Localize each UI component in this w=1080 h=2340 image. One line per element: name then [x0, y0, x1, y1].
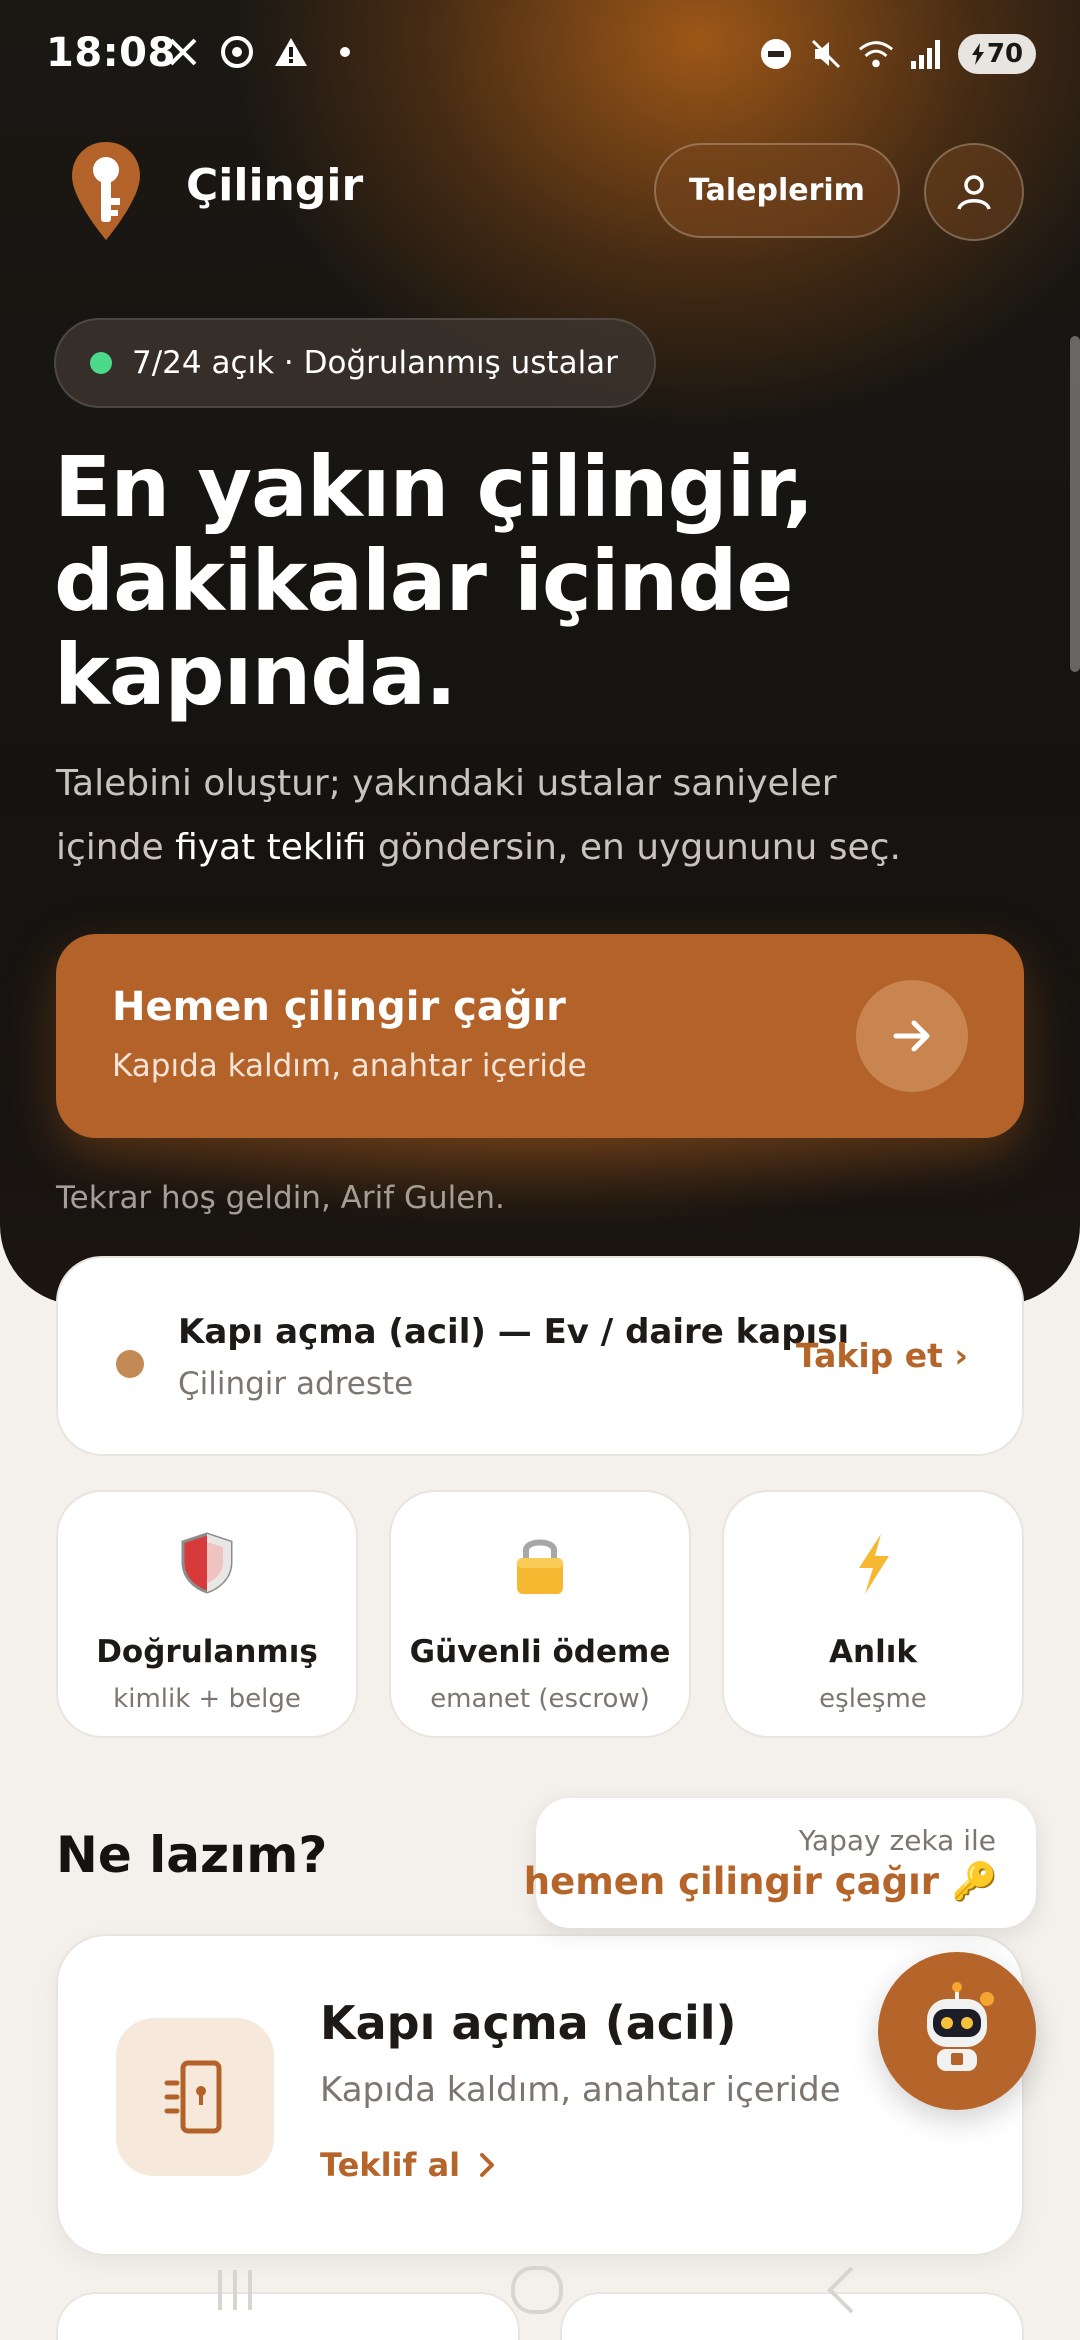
recents-icon — [218, 2270, 252, 2310]
description-line-2: içinde fiyat teklifi göndersin, en uygun… — [56, 816, 996, 880]
service-subtitle: Kapıda kaldım, anahtar içeride — [320, 2070, 841, 2110]
active-request-card[interactable]: Kapı açma (acil) — Ev / daire kapısı Çil… — [56, 1256, 1024, 1456]
section-title: Ne lazım? — [56, 1826, 328, 1884]
system-navigation-bar — [0, 2240, 1080, 2340]
profile-button[interactable] — [924, 143, 1024, 241]
headline-line-3: kapında. — [54, 626, 457, 724]
availability-text: 7/24 açık · Doğrulanmış ustalar — [132, 345, 618, 381]
chrome-icon — [219, 34, 255, 70]
warning-icon — [273, 34, 309, 70]
status-notification-icons — [165, 34, 363, 70]
home-icon — [511, 2266, 563, 2314]
headline-line-1: En yakın çilingir, — [54, 438, 814, 536]
call-locksmith-button[interactable]: Hemen çilingir çağır Kapıda kaldım, anah… — [56, 934, 1024, 1138]
wifi-icon — [858, 36, 894, 72]
home-button[interactable] — [492, 2250, 582, 2330]
x-icon — [165, 34, 201, 70]
description-part-3: göndersin, en uygununu seç. — [366, 827, 901, 868]
status-bar: 18:08 70 — [0, 0, 1080, 112]
feature-title: Güvenli ödeme — [409, 1634, 671, 1670]
headline-line-2: dakikalar içinde — [54, 532, 793, 630]
service-card-door-opening[interactable]: Kapı açma (acil) Kapıda kaldım, anahtar … — [56, 1934, 1024, 2256]
back-button[interactable] — [795, 2250, 885, 2330]
cta-subtitle: Kapıda kaldım, anahtar içeride — [112, 1048, 587, 1084]
welcome-text: Tekrar hoş geldin, Arif Gulen. — [56, 1180, 505, 1216]
status-system-icons: 70 — [758, 34, 1036, 74]
door-icon — [116, 2018, 274, 2176]
feature-title: Anlık — [829, 1634, 917, 1670]
scrollbar[interactable] — [1070, 336, 1080, 672]
feature-subtitle: eşleşme — [819, 1684, 927, 1714]
lightning-icon — [724, 1532, 1022, 1598]
signal-icon — [908, 36, 944, 72]
feature-title: Doğrulanmış — [96, 1634, 318, 1670]
status-time: 18:08 — [46, 30, 176, 76]
key-pin-logo-icon — [68, 140, 144, 242]
battery-icon: 70 — [958, 34, 1036, 74]
service-title: Kapı açma (acil) — [320, 1996, 737, 2050]
lock-icon — [391, 1532, 689, 1598]
ai-tip-headline: hemen çilingir çağır 🔑 — [523, 1860, 998, 1903]
feature-subtitle: kimlik + belge — [113, 1684, 301, 1714]
hero-description: Talebini oluştur; yakındaki ustalar sani… — [56, 752, 996, 880]
battery-level: 70 — [986, 39, 1024, 69]
ai-assistant-tip[interactable]: Yapay zeka ile hemen çilingir çağır 🔑 — [524, 1798, 1036, 1928]
online-status-dot — [90, 352, 112, 374]
ai-robot-assistant-button[interactable] — [878, 1952, 1036, 2110]
back-icon — [827, 2266, 854, 2314]
arrow-right-icon — [856, 980, 968, 1092]
get-quote-label: Teklif al — [320, 2146, 461, 2184]
description-highlight: fiyat teklifi — [175, 827, 367, 868]
dot-icon — [327, 34, 363, 70]
my-requests-button[interactable]: Taleplerim — [654, 143, 900, 238]
cta-title: Hemen çilingir çağır — [112, 984, 566, 1030]
feature-card-instant: Anlık eşleşme — [722, 1490, 1024, 1738]
user-icon — [957, 175, 991, 210]
feature-card-secure-payment: Güvenli ödeme emanet (escrow) — [389, 1490, 691, 1738]
robot-icon — [927, 1982, 994, 2071]
recent-apps-button[interactable] — [190, 2250, 280, 2330]
get-quote-link[interactable]: Teklif al — [320, 2146, 496, 2184]
request-status-dot — [116, 1350, 144, 1378]
feature-subtitle: emanet (escrow) — [430, 1684, 650, 1714]
shield-icon — [58, 1532, 356, 1598]
chevron-right-icon — [480, 2153, 495, 2177]
brand-name: Çilingir — [186, 160, 364, 211]
hero-headline: En yakın çilingir, dakikalar içinde kapı… — [54, 440, 954, 722]
track-link[interactable]: Takip et › — [796, 1336, 968, 1375]
mute-icon — [808, 36, 844, 72]
feature-card-verified: Doğrulanmış kimlik + belge — [56, 1490, 358, 1738]
availability-badge: 7/24 açık · Doğrulanmış ustalar — [54, 318, 656, 408]
description-part-2: içinde — [56, 827, 176, 868]
request-title: Kapı açma (acil) — Ev / daire kapısı — [178, 1312, 850, 1352]
request-status: Çilingir adreste — [178, 1366, 414, 1402]
ai-tip-caption: Yapay zeka ile — [798, 1824, 996, 1857]
dnd-icon — [758, 36, 794, 72]
description-line-1: Talebini oluştur; yakındaki ustalar sani… — [56, 763, 837, 804]
